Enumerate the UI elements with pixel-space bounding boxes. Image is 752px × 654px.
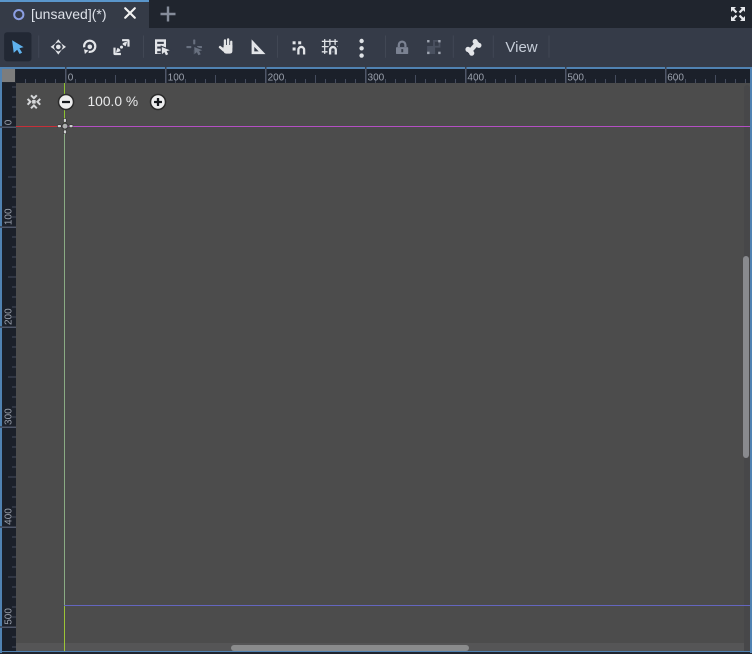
svg-text:200: 200 — [3, 308, 14, 325]
svg-text:300: 300 — [3, 408, 14, 425]
svg-text:View: View — [505, 39, 537, 56]
svg-text:500: 500 — [3, 608, 14, 625]
svg-text:100: 100 — [3, 208, 14, 225]
svg-text:0: 0 — [3, 119, 14, 125]
svg-text:400: 400 — [3, 508, 14, 525]
